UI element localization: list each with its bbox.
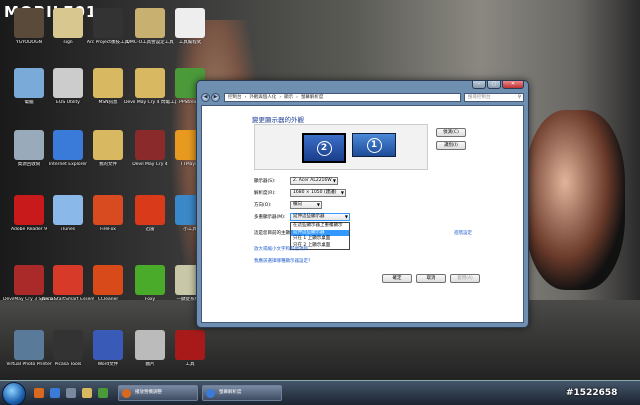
title-bar[interactable]: – □ ✕	[197, 81, 528, 91]
dropdown-option[interactable]: 在這些顯示器上重複顯示	[291, 223, 349, 230]
page-title: 變更顯示器的外觀	[252, 116, 304, 124]
folder-icon[interactable]	[82, 388, 92, 398]
app-icon	[14, 195, 44, 225]
app-icon	[135, 8, 165, 38]
window-controls: – □ ✕	[471, 81, 524, 89]
display-select[interactable]: 2. Acer AL2216W ▼	[290, 177, 338, 185]
breadcrumb-separator: ›	[279, 94, 282, 100]
app-icon	[53, 130, 83, 160]
monitor-1-number: 1	[366, 137, 382, 153]
app-icon	[14, 265, 44, 295]
display-label: 顯示器(S):	[254, 179, 276, 184]
start-button[interactable]	[2, 382, 26, 405]
app-icon	[53, 330, 83, 360]
breadcrumb-item[interactable]: 顯示	[284, 94, 293, 100]
search-placeholder: 搜尋控制台	[468, 94, 491, 100]
player-icon	[122, 389, 131, 398]
app-icon	[53, 265, 83, 295]
app-icon	[14, 130, 44, 160]
apply-button[interactable]: 套用(A)	[450, 274, 480, 283]
app-icon	[93, 8, 123, 38]
back-button[interactable]: ◀	[201, 92, 210, 102]
app-icon	[53, 195, 83, 225]
app-icon	[14, 330, 44, 360]
multi-display-label: 多重顯示器(M):	[254, 215, 286, 220]
app-icon	[135, 195, 165, 225]
detect-button[interactable]: 偵測(C)	[436, 128, 466, 137]
identify-button[interactable]: 識別(I)	[436, 141, 466, 150]
taskbar-item-label: 螢幕解析度	[219, 390, 242, 395]
app-icon[interactable]	[98, 388, 108, 398]
maximize-button[interactable]: □	[487, 81, 501, 89]
monitor-1[interactable]: 1	[352, 133, 396, 157]
media-player-icon[interactable]	[34, 388, 44, 398]
help-link[interactable]: 我應該選擇哪種顯示器設定?	[254, 258, 310, 264]
app-icon	[14, 8, 44, 38]
app-icon	[175, 8, 205, 38]
app-icon	[93, 68, 123, 98]
chevron-down-icon: ▼	[340, 190, 344, 195]
orientation-label: 方向(O):	[254, 203, 272, 208]
orientation-select-value: 橫向	[293, 202, 302, 207]
app-icon	[14, 68, 44, 98]
breadcrumb-separator: ›	[296, 94, 298, 100]
app-icon	[53, 8, 83, 38]
advanced-settings-link[interactable]: 進階設定	[454, 230, 472, 236]
search-input[interactable]: 搜尋控制台 ⚲	[464, 92, 524, 102]
chevron-down-icon: ▼	[344, 214, 348, 219]
app-icon	[93, 195, 123, 225]
taskbar-item-resolution[interactable]: 螢幕解析度	[202, 385, 282, 401]
desktop-icon[interactable]: 工具幫程式	[164, 8, 216, 45]
cancel-button[interactable]: 取消	[416, 274, 446, 283]
address-bar[interactable]: 控制台 › 外觀與個人化 › 顯示 › 螢幕解析度	[224, 92, 461, 102]
desktop-icon[interactable]: 工具	[164, 330, 216, 367]
minimize-button[interactable]: –	[472, 81, 486, 89]
watermark: #1522658	[566, 388, 618, 398]
taskbar-item-player[interactable]: 播放營機調整	[118, 385, 198, 401]
breadcrumb-item[interactable]: 螢幕解析度	[301, 94, 324, 100]
close-button[interactable]: ✕	[502, 81, 524, 89]
text-size-link[interactable]: 放大或縮小文字和其他項目	[254, 246, 308, 252]
app-icon	[135, 68, 165, 98]
desktop-icon-label: 工具幫程式	[178, 40, 202, 45]
monitor-2[interactable]: 2	[302, 133, 346, 163]
taskbar-item-label: 播放營機調整	[135, 390, 162, 395]
forward-button[interactable]: ▶	[211, 92, 220, 102]
app-icon	[93, 330, 123, 360]
display-icon	[206, 389, 215, 398]
ie-icon[interactable]	[50, 388, 60, 398]
chevron-down-icon: ▼	[332, 178, 336, 183]
screen-resolution-window: – □ ✕ ◀ ▶ 控制台 › 外觀與個人化 › 顯示 › 螢幕解析度 搜尋控制…	[196, 80, 529, 328]
monitor-preview-area: 2 1	[254, 124, 428, 170]
resolution-select[interactable]: 1680 × 1050 (建議) ▼	[290, 189, 346, 197]
wallpaper-face	[525, 110, 625, 290]
app-icon	[135, 130, 165, 160]
breadcrumb-separator: ›	[244, 94, 247, 100]
app-icon	[135, 265, 165, 295]
main-display-text: 這是您目前的主顯示器	[254, 231, 290, 236]
app-icon	[135, 330, 165, 360]
taskbar: 播放營機調整 螢幕解析度	[0, 380, 640, 405]
resolution-label: 解析度(R):	[254, 191, 276, 196]
app-icon	[93, 130, 123, 160]
show-desktop-icon[interactable]	[66, 388, 76, 398]
breadcrumb-item[interactable]: 控制台	[228, 94, 242, 100]
chevron-down-icon: ▼	[316, 202, 320, 207]
orientation-select[interactable]: 橫向 ▼	[290, 201, 322, 209]
desktop-icon-label: 工具	[185, 362, 195, 367]
navigation-bar: ◀ ▶ 控制台 › 外觀與個人化 › 顯示 › 螢幕解析度 搜尋控制台 ⚲	[201, 91, 524, 103]
multi-display-select-value: 延伸這些顯示器	[293, 214, 325, 219]
content-pane: 變更顯示器的外觀 2 1 偵測(C) 識別(I) 顯示器(S): 2. Acer…	[201, 105, 524, 323]
search-icon[interactable]: ⚲	[518, 94, 521, 101]
app-icon	[93, 265, 123, 295]
ok-button[interactable]: 確定	[382, 274, 412, 283]
app-icon	[175, 330, 205, 360]
resolution-select-value: 1680 × 1050 (建議)	[293, 190, 337, 195]
app-icon	[53, 68, 83, 98]
display-select-value: 2. Acer AL2216W	[293, 178, 332, 183]
multi-display-select[interactable]: 延伸這些顯示器 ▼	[290, 213, 350, 221]
monitor-2-number: 2	[316, 140, 332, 156]
breadcrumb-item[interactable]: 外觀與個人化	[249, 94, 276, 100]
